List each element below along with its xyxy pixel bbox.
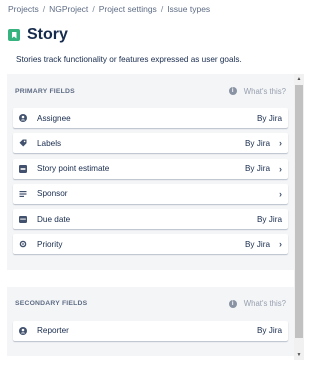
tag-icon <box>19 139 27 147</box>
number-field-icon <box>19 164 27 173</box>
field-label: Due date <box>37 214 71 224</box>
field-row-story-point-estimate[interactable]: Story point estimate By Jira › <box>13 158 288 179</box>
section-title: SECONDARY FIELDS <box>15 300 88 308</box>
breadcrumb-projects[interactable]: Projects <box>8 4 39 14</box>
primary-fields-header: PRIMARY FIELDS i What's this? <box>13 74 288 108</box>
chevron-right-icon[interactable]: › <box>270 164 282 174</box>
scroll-up-arrow-icon[interactable]: ▲ <box>294 74 304 84</box>
user-icon <box>19 114 27 122</box>
breadcrumb-project-settings[interactable]: Project settings <box>99 4 157 14</box>
chevron-right-icon[interactable]: › <box>270 239 282 249</box>
secondary-fields-header: SECONDARY FIELDS i What's this? <box>13 287 288 321</box>
whats-this-label: What's this? <box>243 86 286 96</box>
field-source: By Jira <box>256 326 282 336</box>
field-label: Story point estimate <box>37 164 110 174</box>
scroll-down-arrow-icon[interactable]: ▼ <box>294 350 304 360</box>
page-title: Story <box>27 26 68 43</box>
calendar-icon <box>19 215 27 224</box>
info-icon: i <box>228 299 237 308</box>
info-icon: i <box>228 87 237 95</box>
field-label: Priority <box>37 239 63 249</box>
field-source: By Jira <box>244 239 270 249</box>
field-row-due-date[interactable]: Due date By Jira <box>13 209 288 230</box>
scrollbar-thumb[interactable] <box>295 85 303 338</box>
page-header: Story <box>8 26 68 44</box>
fields-panel: PRIMARY FIELDS i What's this? Assignee By… <box>7 74 304 360</box>
field-source: By Jira <box>256 113 282 123</box>
fields-scroll-area: PRIMARY FIELDS i What's this? Assignee By… <box>7 74 294 357</box>
secondary-field-list: Reporter By Jira <box>13 320 288 341</box>
field-row-assignee[interactable]: Assignee By Jira <box>13 108 288 128</box>
section-title: PRIMARY FIELDS <box>15 87 75 95</box>
breadcrumb-separator: / <box>42 4 46 14</box>
field-label: Labels <box>37 138 62 148</box>
field-label: Reporter <box>37 326 69 336</box>
story-icon <box>8 29 20 41</box>
field-label: Assignee <box>37 113 71 123</box>
field-source: By Jira <box>244 138 270 148</box>
breadcrumb-issue-types[interactable]: Issue types <box>167 4 210 14</box>
field-row-reporter[interactable]: Reporter By Jira <box>13 320 288 341</box>
breadcrumb-project[interactable]: NGProject <box>49 4 88 14</box>
chevron-right-icon[interactable]: › <box>270 138 282 148</box>
breadcrumb-separator: / <box>92 4 95 14</box>
whats-this-link[interactable]: i What's this? <box>228 299 286 309</box>
field-label: Sponsor <box>37 189 68 199</box>
secondary-fields-section: SECONDARY FIELDS i What's this? Reporter… <box>7 286 294 357</box>
field-source: By Jira <box>256 214 282 224</box>
primary-field-list: Assignee By Jira Labels By Jira › Story point… <box>13 108 288 255</box>
whats-this-label: What's this? <box>243 299 286 309</box>
field-row-priority[interactable]: Priority By Jira › <box>13 234 288 255</box>
breadcrumb: Projects / NGProject / Project settings … <box>8 4 210 14</box>
page-description: Stories track functionality or features … <box>16 55 242 64</box>
breadcrumb-separator: / <box>160 4 164 14</box>
user-icon <box>19 326 27 335</box>
chevron-right-icon[interactable]: › <box>270 189 282 199</box>
whats-this-link[interactable]: i What's this? <box>228 86 286 96</box>
field-source: By Jira <box>244 164 270 174</box>
text-lines-icon <box>19 190 27 198</box>
vertical-scrollbar[interactable]: ▲ ▼ <box>294 74 304 360</box>
section-gap <box>7 269 294 287</box>
field-row-labels[interactable]: Labels By Jira › <box>13 133 288 154</box>
primary-fields-section: PRIMARY FIELDS i What's this? Assignee By… <box>7 74 294 270</box>
priority-icon <box>19 240 27 248</box>
field-row-sponsor[interactable]: Sponsor › <box>13 183 288 204</box>
